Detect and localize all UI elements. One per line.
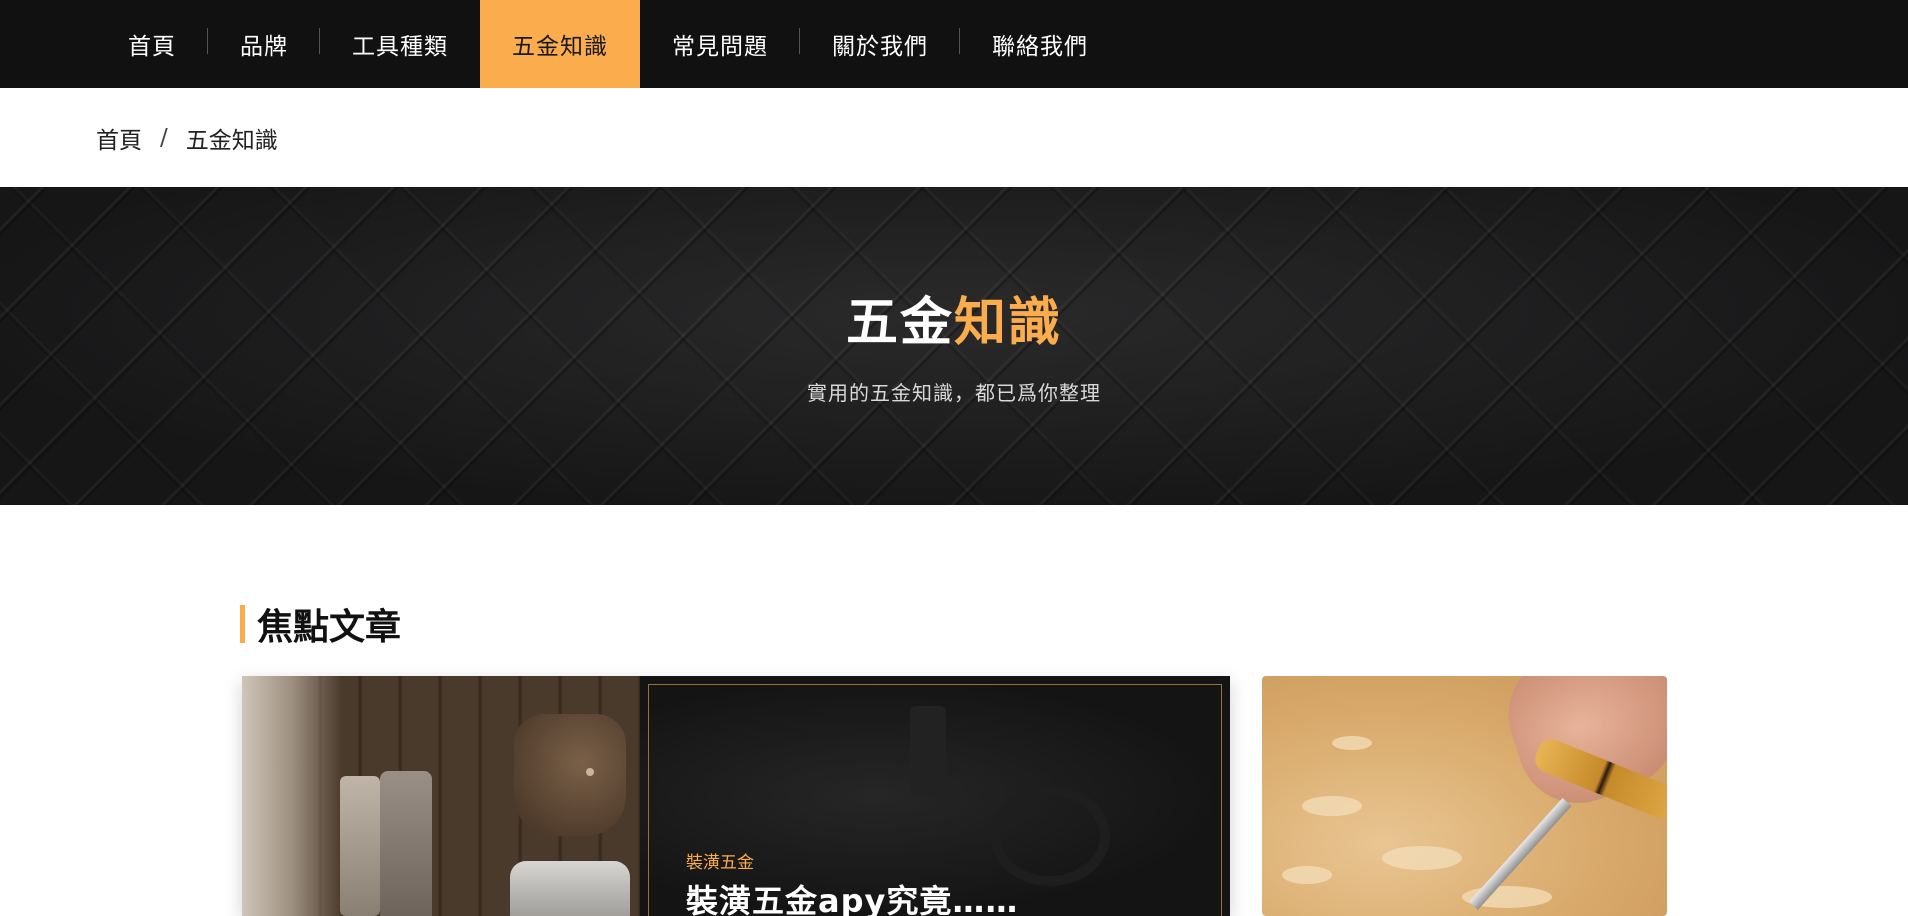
- featured-article-image: [242, 676, 640, 916]
- hero-banner: 五金知識 實用的五金知識，都已爲你整理: [0, 187, 1908, 505]
- wood-shaving: [1302, 796, 1362, 816]
- hero-subtitle: 實用的五金知識，都已爲你整理: [807, 381, 1101, 405]
- breadcrumb-current: 五金知識: [185, 128, 278, 154]
- featured-article-category: 裝潢五金: [686, 853, 754, 873]
- breadcrumb-separator: /: [160, 125, 168, 151]
- window-light: [242, 676, 342, 916]
- tool-handle-shape: [340, 776, 380, 916]
- wood-shaving: [1332, 736, 1372, 750]
- wood-shaving: [1282, 866, 1332, 884]
- nav-item-about-us[interactable]: 關於我們: [800, 0, 960, 88]
- nav-item-faq[interactable]: 常見問題: [640, 0, 800, 88]
- nav-item-hardware-knowledge[interactable]: 五金知識: [480, 0, 640, 88]
- leather-pouch-shape: [514, 714, 626, 836]
- top-nav: 首頁 品牌 工具種類 五金知識 常見問題 關於我們 聯絡我們: [0, 0, 1908, 88]
- side-article-card[interactable]: [1262, 676, 1667, 916]
- hero-title-white: 五金: [845, 293, 954, 353]
- axe-blade-shape: [510, 861, 630, 916]
- wood-shaving: [1382, 846, 1462, 870]
- hero-title: 五金知識: [0, 297, 1908, 349]
- featured-section-title: 焦點文章: [240, 598, 401, 650]
- nav-item-home[interactable]: 首頁: [96, 0, 208, 88]
- hero-title-orange: 知識: [954, 293, 1063, 353]
- featured-section-title-text: 焦點文章: [257, 607, 402, 648]
- featured-article-card[interactable]: 裝潢五金 裝潢五金ару究竟……: [242, 676, 1230, 916]
- featured-article-title[interactable]: 裝潢五金ару究竟……: [686, 876, 1018, 916]
- nav-item-tool-types[interactable]: 工具種類: [320, 0, 480, 88]
- tool-head-shape: [380, 771, 432, 916]
- nav-item-brands[interactable]: 品牌: [208, 0, 320, 88]
- section-accent-bar: [240, 605, 245, 643]
- breadcrumb: 首頁 / 五金知識: [96, 88, 278, 188]
- breadcrumb-home-link[interactable]: 首頁: [96, 121, 142, 155]
- featured-article-text-panel: 裝潢五金 裝潢五金ару究竟……: [640, 676, 1230, 916]
- nav-item-contact-us[interactable]: 聯絡我們: [960, 0, 1120, 88]
